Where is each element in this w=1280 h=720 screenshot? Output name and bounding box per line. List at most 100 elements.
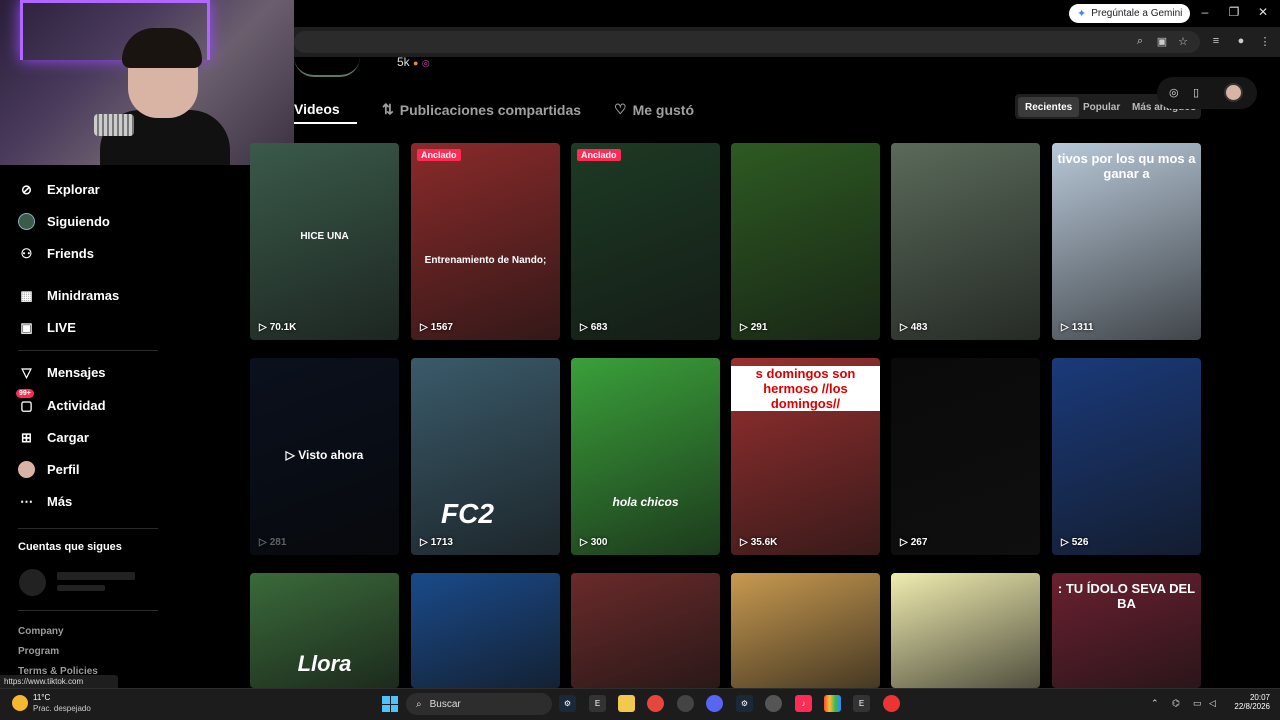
sidebar-item-actividad[interactable]: ▢ 99+ Actividad xyxy=(16,389,106,414)
play-icon: ▷ xyxy=(740,322,748,333)
minimize-icon[interactable]: – xyxy=(1195,5,1215,19)
steam-icon-2[interactable]: ⚙ xyxy=(736,695,753,712)
view-count: ▷ 683 xyxy=(580,322,607,333)
video-tile[interactable]: HICE UNA ▷ 70.1K xyxy=(250,143,399,340)
video-tile[interactable]: ▷ 526 xyxy=(1052,358,1201,555)
video-tile[interactable]: FC2 ▷ 1713 xyxy=(411,358,560,555)
video-caption: FC2 xyxy=(441,498,494,529)
volume-icon[interactable]: ◁ xyxy=(1209,698,1216,709)
video-tile[interactable]: Anclado ▷ 683 xyxy=(571,143,720,340)
film-icon: ▦ xyxy=(20,287,33,303)
kebab-menu-icon[interactable]: ⋮ xyxy=(1258,35,1272,48)
sidebar-item-perfil[interactable]: Perfil xyxy=(18,461,80,478)
sidebar-item-mas[interactable]: ⋯ Más xyxy=(18,493,72,510)
footer-link-program[interactable]: Program xyxy=(18,646,59,657)
epic-games-icon-2[interactable]: E xyxy=(853,695,870,712)
video-tile[interactable]: Llora xyxy=(250,573,399,688)
video-tile[interactable]: hola chicos ▷ 300 xyxy=(571,358,720,555)
sidebar-item-siguiendo[interactable]: Siguiendo xyxy=(18,213,110,230)
compass-float-icon[interactable]: ◎ xyxy=(1169,86,1179,99)
view-count: ▷ 70.1K xyxy=(259,322,296,333)
phone-icon[interactable]: ▯ xyxy=(1193,86,1199,99)
video-caption: : TU ÍDOLO SEVA DEL BA xyxy=(1057,581,1196,611)
sidebar-item-label: Minidramas xyxy=(47,288,120,303)
view-count-value: 1713 xyxy=(430,537,453,548)
followers-count: 5k ● ◎ xyxy=(397,55,430,69)
user-avatar[interactable] xyxy=(1224,83,1243,102)
video-caption: Entrenamiento de Nando; xyxy=(424,255,547,266)
weather-sun-icon[interactable] xyxy=(12,695,28,711)
view-count: ▷ 300 xyxy=(580,537,607,548)
video-tile[interactable] xyxy=(731,573,880,688)
video-tile[interactable] xyxy=(571,573,720,688)
view-count: ▷ 1567 xyxy=(420,322,453,333)
view-count-value: 267 xyxy=(910,537,928,548)
footer-link-company[interactable]: Company xyxy=(18,626,64,637)
play-icon: ▷ xyxy=(259,537,267,548)
active-tab-underline xyxy=(294,122,357,124)
view-count: ▷ 483 xyxy=(900,322,927,333)
view-count: ▷ 35.6K xyxy=(740,537,777,548)
video-tile[interactable]: s domingos son hermoso //los domingos// ▷… xyxy=(731,358,880,555)
tab-shared-posts[interactable]: ⇅ Publicaciones compartidas xyxy=(382,101,581,118)
zoom-icon[interactable]: ⌕ xyxy=(1133,35,1147,48)
sidebar-divider xyxy=(18,610,158,611)
video-tile[interactable] xyxy=(891,573,1040,688)
view-count: ▷ 1713 xyxy=(420,537,453,548)
pinned-badge: Anclado xyxy=(417,149,461,161)
video-caption: HICE UNA xyxy=(300,231,349,242)
start-windows-icon[interactable] xyxy=(382,696,398,712)
gemini-button[interactable]: ✦ Pregúntale a Gemini xyxy=(1069,4,1191,23)
discord-icon[interactable] xyxy=(706,695,723,712)
taskbar-search[interactable]: ⌕ Buscar xyxy=(406,693,552,715)
restore-icon[interactable]: ❐ xyxy=(1224,5,1244,19)
sidebar-item-explorar[interactable]: ⊘ Explorar xyxy=(18,181,100,198)
reading-list-icon[interactable]: ≡ xyxy=(1209,35,1223,47)
sidebar-item-mensajes[interactable]: ▽ Mensajes xyxy=(18,364,106,381)
weather-description: Prac. despejado xyxy=(33,704,91,713)
github-icon[interactable] xyxy=(677,695,694,712)
taskbar-clock[interactable]: 20:07 22/8/2026 xyxy=(1226,693,1270,711)
gemini-label: Pregúntale a Gemini xyxy=(1091,8,1183,19)
video-tile[interactable]: ▷ 483 xyxy=(891,143,1040,340)
video-tile[interactable]: tivos por los qu mos a ganar a ▷ 1311 xyxy=(1052,143,1201,340)
sidebar-item-minidramas[interactable]: ▦ Minidramas xyxy=(18,287,119,304)
sort-popular-button[interactable]: Popular xyxy=(1076,97,1127,117)
video-tile[interactable]: Anclado Entrenamiento de Nando; ▷ 1567 xyxy=(411,143,560,340)
mic-icon[interactable]: ⌬ xyxy=(1172,698,1180,709)
file-explorer-icon[interactable] xyxy=(618,695,635,712)
upload-icon: ⊞ xyxy=(21,429,32,445)
network-icon[interactable]: ▭ xyxy=(1193,698,1202,709)
tray-chevron-icon[interactable]: ⌃ xyxy=(1151,698,1159,709)
video-tile[interactable]: ▷ 291 xyxy=(731,143,880,340)
tiktok-icon[interactable]: ♪ xyxy=(795,695,812,712)
following-section-title: Cuentas que sigues xyxy=(18,541,122,553)
address-bar[interactable] xyxy=(294,31,1200,53)
sidebar-divider xyxy=(18,528,158,529)
tab-liked[interactable]: ♡ Me gustó xyxy=(614,101,694,118)
steam-icon[interactable]: ⚙ xyxy=(559,695,576,712)
profile-icon[interactable]: ● xyxy=(1234,35,1248,47)
video-tile[interactable] xyxy=(411,573,560,688)
chrome-icon[interactable] xyxy=(647,695,664,712)
epic-games-icon[interactable]: E xyxy=(589,695,606,712)
tab-videos[interactable]: Videos xyxy=(294,101,340,117)
taskbar-search-placeholder: Buscar xyxy=(429,698,461,710)
color-app-icon[interactable] xyxy=(824,695,841,712)
bookmark-star-icon[interactable]: ☆ xyxy=(1176,35,1190,48)
sort-recent-button[interactable]: Recientes xyxy=(1018,97,1080,117)
video-tile[interactable]: : TU ÍDOLO SEVA DEL BA xyxy=(1052,573,1201,688)
cast-icon[interactable]: ▣ xyxy=(1155,35,1169,48)
sidebar-item-live[interactable]: ▣ LIVE xyxy=(18,319,76,336)
view-count: ▷ 291 xyxy=(740,322,767,333)
video-tile[interactable]: ▷ 267 xyxy=(891,358,1040,555)
play-icon: ▷ xyxy=(900,322,908,333)
sidebar-item-friends[interactable]: ⚇ Friends xyxy=(18,245,94,262)
fire-icon: ● xyxy=(413,58,419,68)
red-app-icon[interactable] xyxy=(883,695,900,712)
video-tile[interactable]: ▷ Visto ahora ▷ 281 xyxy=(250,358,399,555)
obs-icon[interactable] xyxy=(765,695,782,712)
repost-icon: ⇅ xyxy=(382,101,394,117)
close-icon[interactable]: ✕ xyxy=(1253,5,1273,19)
sidebar-item-cargar[interactable]: ⊞ Cargar xyxy=(18,429,89,446)
